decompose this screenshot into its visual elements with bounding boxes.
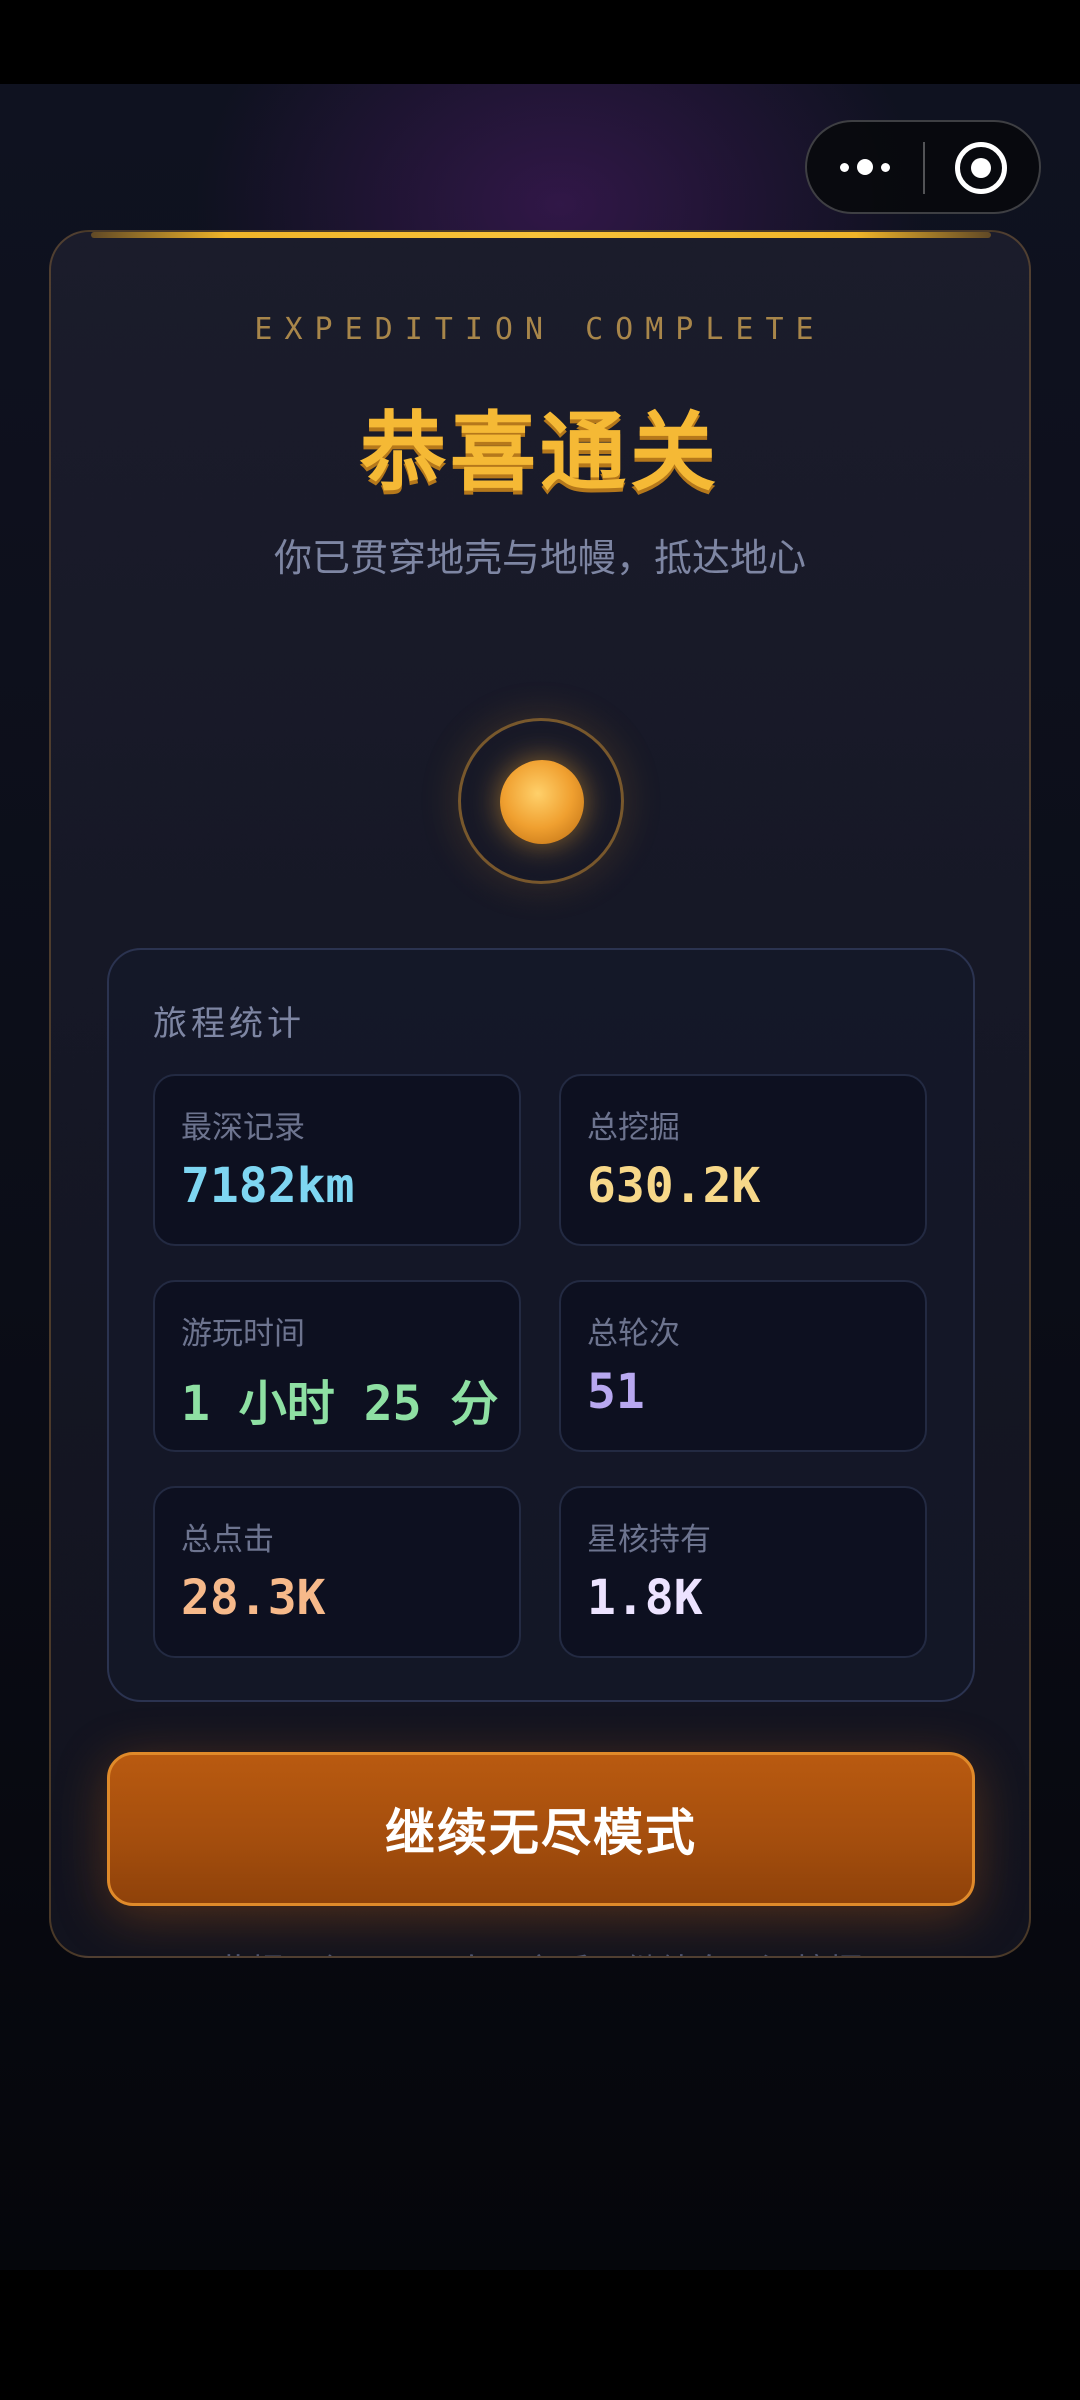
navigation-bar — [0, 2270, 1080, 2400]
core-orb-icon — [500, 760, 584, 844]
stat-label: 总轮次 — [587, 1316, 680, 1352]
page-title: 恭喜通关 — [360, 403, 720, 503]
continue-endless-button[interactable]: 继续无尽模式 — [107, 1752, 975, 1906]
completion-card: EXPEDITION COMPLETE 恭喜通关 你已贯穿地壳与地幔，抵达地心 … — [49, 230, 1031, 1958]
more-dots-icon[interactable] — [807, 122, 923, 212]
stat-tile-total-dig: 总挖掘 630.2K — [559, 1074, 927, 1246]
stats-panel: 旅程统计 最深记录 7182km 总挖掘 630.2K 游玩时间 1 小时 25… — [107, 948, 975, 1702]
footnote: 此提示仅显示一次，之后可继续向更深挖掘 — [51, 1944, 1029, 1956]
stat-label: 最深记录 — [181, 1110, 305, 1146]
stat-tile-max-depth: 最深记录 7182km — [153, 1074, 521, 1246]
stat-label: 总点击 — [181, 1522, 274, 1558]
stat-value: 630.2K — [587, 1158, 761, 1214]
status-bar — [0, 0, 1080, 84]
subtitle: 你已贯穿地壳与地幔，抵达地心 — [273, 536, 806, 580]
capsule-divider — [923, 142, 925, 194]
stat-value: 1.8K — [587, 1570, 703, 1626]
miniprogram-capsule — [805, 120, 1041, 214]
eyebrow-text: EXPEDITION COMPLETE — [254, 312, 826, 347]
stat-value: 51 — [587, 1364, 645, 1420]
stat-tile-total-rounds: 总轮次 51 — [559, 1280, 927, 1452]
stat-tile-play-time: 游玩时间 1 小时 25 分 — [153, 1280, 521, 1452]
stat-tile-total-clicks: 总点击 28.3K — [153, 1486, 521, 1658]
stat-value: 1 小时 25 分 — [181, 1376, 499, 1432]
stat-label: 游玩时间 — [181, 1316, 305, 1352]
stat-label: 总挖掘 — [587, 1110, 680, 1146]
target-close-icon[interactable] — [955, 142, 1007, 194]
stat-value: 28.3K — [181, 1570, 326, 1626]
stat-value: 7182km — [181, 1158, 355, 1214]
stat-tile-star-cores: 星核持有 1.8K — [559, 1486, 927, 1658]
card-accent-line — [91, 232, 991, 238]
stat-label: 星核持有 — [587, 1522, 711, 1558]
stats-title: 旅程统计 — [153, 1004, 305, 1044]
